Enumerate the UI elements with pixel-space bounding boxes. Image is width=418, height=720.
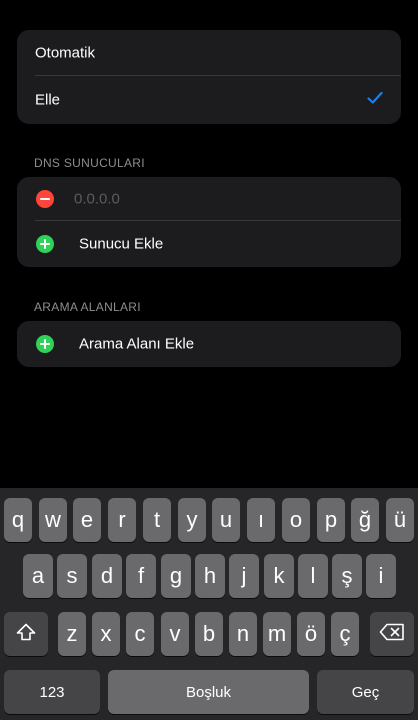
- key[interactable]: i: [366, 554, 396, 598]
- add-server-label: Sunucu Ekle: [79, 235, 164, 253]
- key[interactable]: ö: [297, 612, 325, 656]
- dns-card: 0.0.0.0 Sunucu Ekle: [17, 177, 401, 267]
- mode-option-automatic[interactable]: Otomatik: [17, 30, 401, 76]
- key[interactable]: b: [195, 612, 223, 656]
- key[interactable]: k: [264, 554, 294, 598]
- key[interactable]: n: [229, 612, 257, 656]
- key[interactable]: s: [57, 554, 87, 598]
- dns-server-row: 0.0.0.0: [17, 177, 401, 221]
- key[interactable]: a: [23, 554, 53, 598]
- mode-card: Otomatik Elle: [17, 30, 401, 124]
- key[interactable]: ü: [386, 498, 414, 542]
- key[interactable]: d: [92, 554, 122, 598]
- shift-icon: [16, 621, 36, 647]
- add-search-domain-button[interactable]: Arama Alanı Ekle: [17, 321, 401, 367]
- key[interactable]: u: [212, 498, 240, 542]
- key[interactable]: q: [4, 498, 32, 542]
- key[interactable]: j: [229, 554, 259, 598]
- key[interactable]: r: [108, 498, 136, 542]
- add-search-domain-label: Arama Alanı Ekle: [79, 335, 195, 353]
- key[interactable]: p: [317, 498, 345, 542]
- mode-option-label: Elle: [35, 91, 61, 109]
- add-icon: [36, 235, 54, 253]
- go-key[interactable]: Geç: [317, 670, 414, 714]
- mode-option-manual[interactable]: Elle: [17, 76, 401, 124]
- add-server-button[interactable]: Sunucu Ekle: [17, 221, 401, 267]
- key[interactable]: ı: [247, 498, 275, 542]
- dns-server-input[interactable]: 0.0.0.0: [74, 191, 120, 208]
- remove-icon[interactable]: [36, 190, 54, 208]
- key[interactable]: c: [126, 612, 154, 656]
- key[interactable]: o: [282, 498, 310, 542]
- checkmark-icon: [367, 91, 383, 109]
- search-domains-section-header: ARAMA ALANLARI: [34, 300, 141, 314]
- key[interactable]: z: [58, 612, 86, 656]
- dns-section-header: DNS SUNUCULARI: [34, 156, 145, 170]
- key[interactable]: v: [161, 612, 189, 656]
- shift-key[interactable]: [4, 612, 48, 656]
- key[interactable]: e: [73, 498, 101, 542]
- key[interactable]: m: [263, 612, 291, 656]
- keyboard: q w e r t y u ı o p ğ ü a s d f g h j k …: [0, 488, 418, 720]
- key[interactable]: y: [178, 498, 206, 542]
- key[interactable]: ç: [331, 612, 359, 656]
- mode-option-label: Otomatik: [35, 44, 96, 62]
- key[interactable]: g: [161, 554, 191, 598]
- key[interactable]: ğ: [351, 498, 379, 542]
- add-icon: [36, 335, 54, 353]
- numbers-key[interactable]: 123: [4, 670, 100, 714]
- key[interactable]: l: [298, 554, 328, 598]
- key[interactable]: ş: [332, 554, 362, 598]
- key[interactable]: f: [126, 554, 156, 598]
- delete-icon: [379, 621, 405, 647]
- key[interactable]: h: [195, 554, 225, 598]
- key[interactable]: x: [92, 612, 120, 656]
- search-domains-card: Arama Alanı Ekle: [17, 321, 401, 367]
- delete-key[interactable]: [370, 612, 414, 656]
- key[interactable]: w: [39, 498, 67, 542]
- space-key[interactable]: Boşluk: [108, 670, 309, 714]
- key[interactable]: t: [143, 498, 171, 542]
